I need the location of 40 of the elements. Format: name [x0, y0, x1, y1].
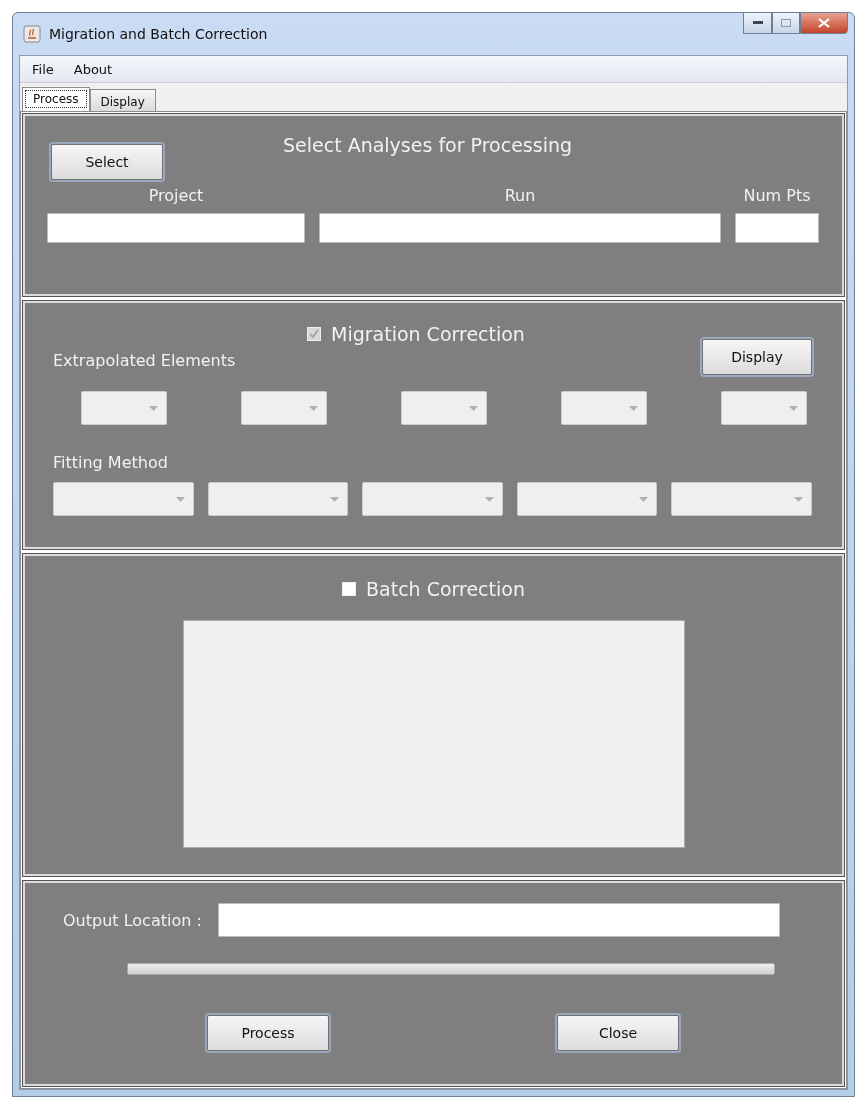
- dropdown-arrow-icon: [330, 496, 340, 502]
- dropdown-arrow-icon: [175, 496, 185, 502]
- dropdown-arrow-icon: [484, 496, 494, 502]
- minimize-button[interactable]: [743, 12, 772, 34]
- tab[interactable]: Process: [22, 87, 90, 111]
- text-field[interactable]: [217, 903, 780, 937]
- section-heading: Select Analyses for Processing: [283, 134, 572, 156]
- section-label: Fitting Method: [53, 453, 169, 472]
- dropdown-arrow-icon: [469, 405, 478, 411]
- dropdown-arrow-icon: [789, 405, 798, 411]
- menu-item[interactable]: About: [73, 61, 113, 77]
- app-icon: [23, 25, 41, 43]
- field-label: Output Location :: [63, 910, 202, 930]
- dropdown-arrow-icon: [629, 405, 638, 411]
- list-box[interactable]: [182, 620, 685, 848]
- window-title: Migration and Batch Correction: [49, 26, 269, 42]
- checkbox[interactable]: [342, 582, 356, 596]
- dropdown-arrow-icon: [793, 496, 803, 502]
- close-icon: [818, 18, 830, 28]
- maximize-button[interactable]: [772, 12, 800, 34]
- text-field[interactable]: [319, 213, 721, 243]
- action-button[interactable]: Close: [557, 1015, 679, 1051]
- menu-item[interactable]: File: [32, 61, 54, 77]
- minimize-icon: [752, 21, 763, 25]
- maximize-icon: [781, 19, 791, 27]
- checkbox-label: Batch Correction: [366, 578, 525, 600]
- tab[interactable]: Display: [89, 89, 156, 111]
- action-button[interactable]: Process: [207, 1015, 329, 1051]
- field-label: Num Pts: [743, 186, 811, 205]
- close-button[interactable]: [800, 12, 848, 34]
- text-field[interactable]: [47, 213, 305, 243]
- checkbox-label: Migration Correction: [331, 323, 525, 345]
- section-label: Extrapolated Elements: [53, 351, 237, 370]
- dropdown-arrow-icon: [149, 405, 158, 411]
- field-label: Project: [148, 186, 204, 205]
- select-button[interactable]: Select: [51, 144, 163, 180]
- dropdown-arrow-icon: [639, 496, 649, 502]
- text-field[interactable]: [735, 213, 819, 243]
- field-label: Run: [504, 186, 536, 205]
- dropdown-arrow-icon: [309, 405, 318, 411]
